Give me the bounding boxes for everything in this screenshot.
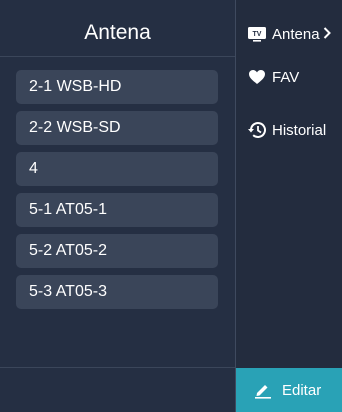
footer-divider [0,367,235,368]
channel-panel: Antena 2-1 WSB-HD 2-2 WSB-SD 4 5-1 AT05-… [0,0,235,412]
chevron-right-icon [323,26,331,43]
channel-item[interactable]: 5-2 AT05-2 [16,234,218,268]
side-menu: TV Antena FAV Historial [236,0,342,412]
panel-title: Antena [84,21,151,44]
pencil-icon [254,381,272,399]
channel-item[interactable]: 5-1 AT05-1 [16,193,218,227]
menu-item-label: FAV [272,68,300,86]
channel-list: 2-1 WSB-HD 2-2 WSB-SD 4 5-1 AT05-1 5-2 A… [16,70,218,316]
menu-item-label: Historial [272,121,327,139]
channel-item[interactable]: 2-1 WSB-HD [16,70,218,104]
title-divider [0,56,235,57]
svg-text:TV: TV [253,31,262,38]
edit-button[interactable]: Editar [236,368,342,412]
channel-item[interactable]: 5-3 AT05-3 [16,275,218,309]
menu-item-label: Antena [272,25,320,43]
channel-item[interactable]: 4 [16,152,218,186]
edit-button-label: Editar [282,381,322,399]
menu-item-fav[interactable]: FAV [246,67,299,87]
channel-item[interactable]: 2-2 WSB-SD [16,111,218,145]
menu-item-antena[interactable]: TV Antena [246,24,331,44]
history-icon [246,120,268,140]
heart-icon [246,67,268,87]
menu-item-historial[interactable]: Historial [246,120,326,140]
tv-icon: TV [246,24,268,44]
